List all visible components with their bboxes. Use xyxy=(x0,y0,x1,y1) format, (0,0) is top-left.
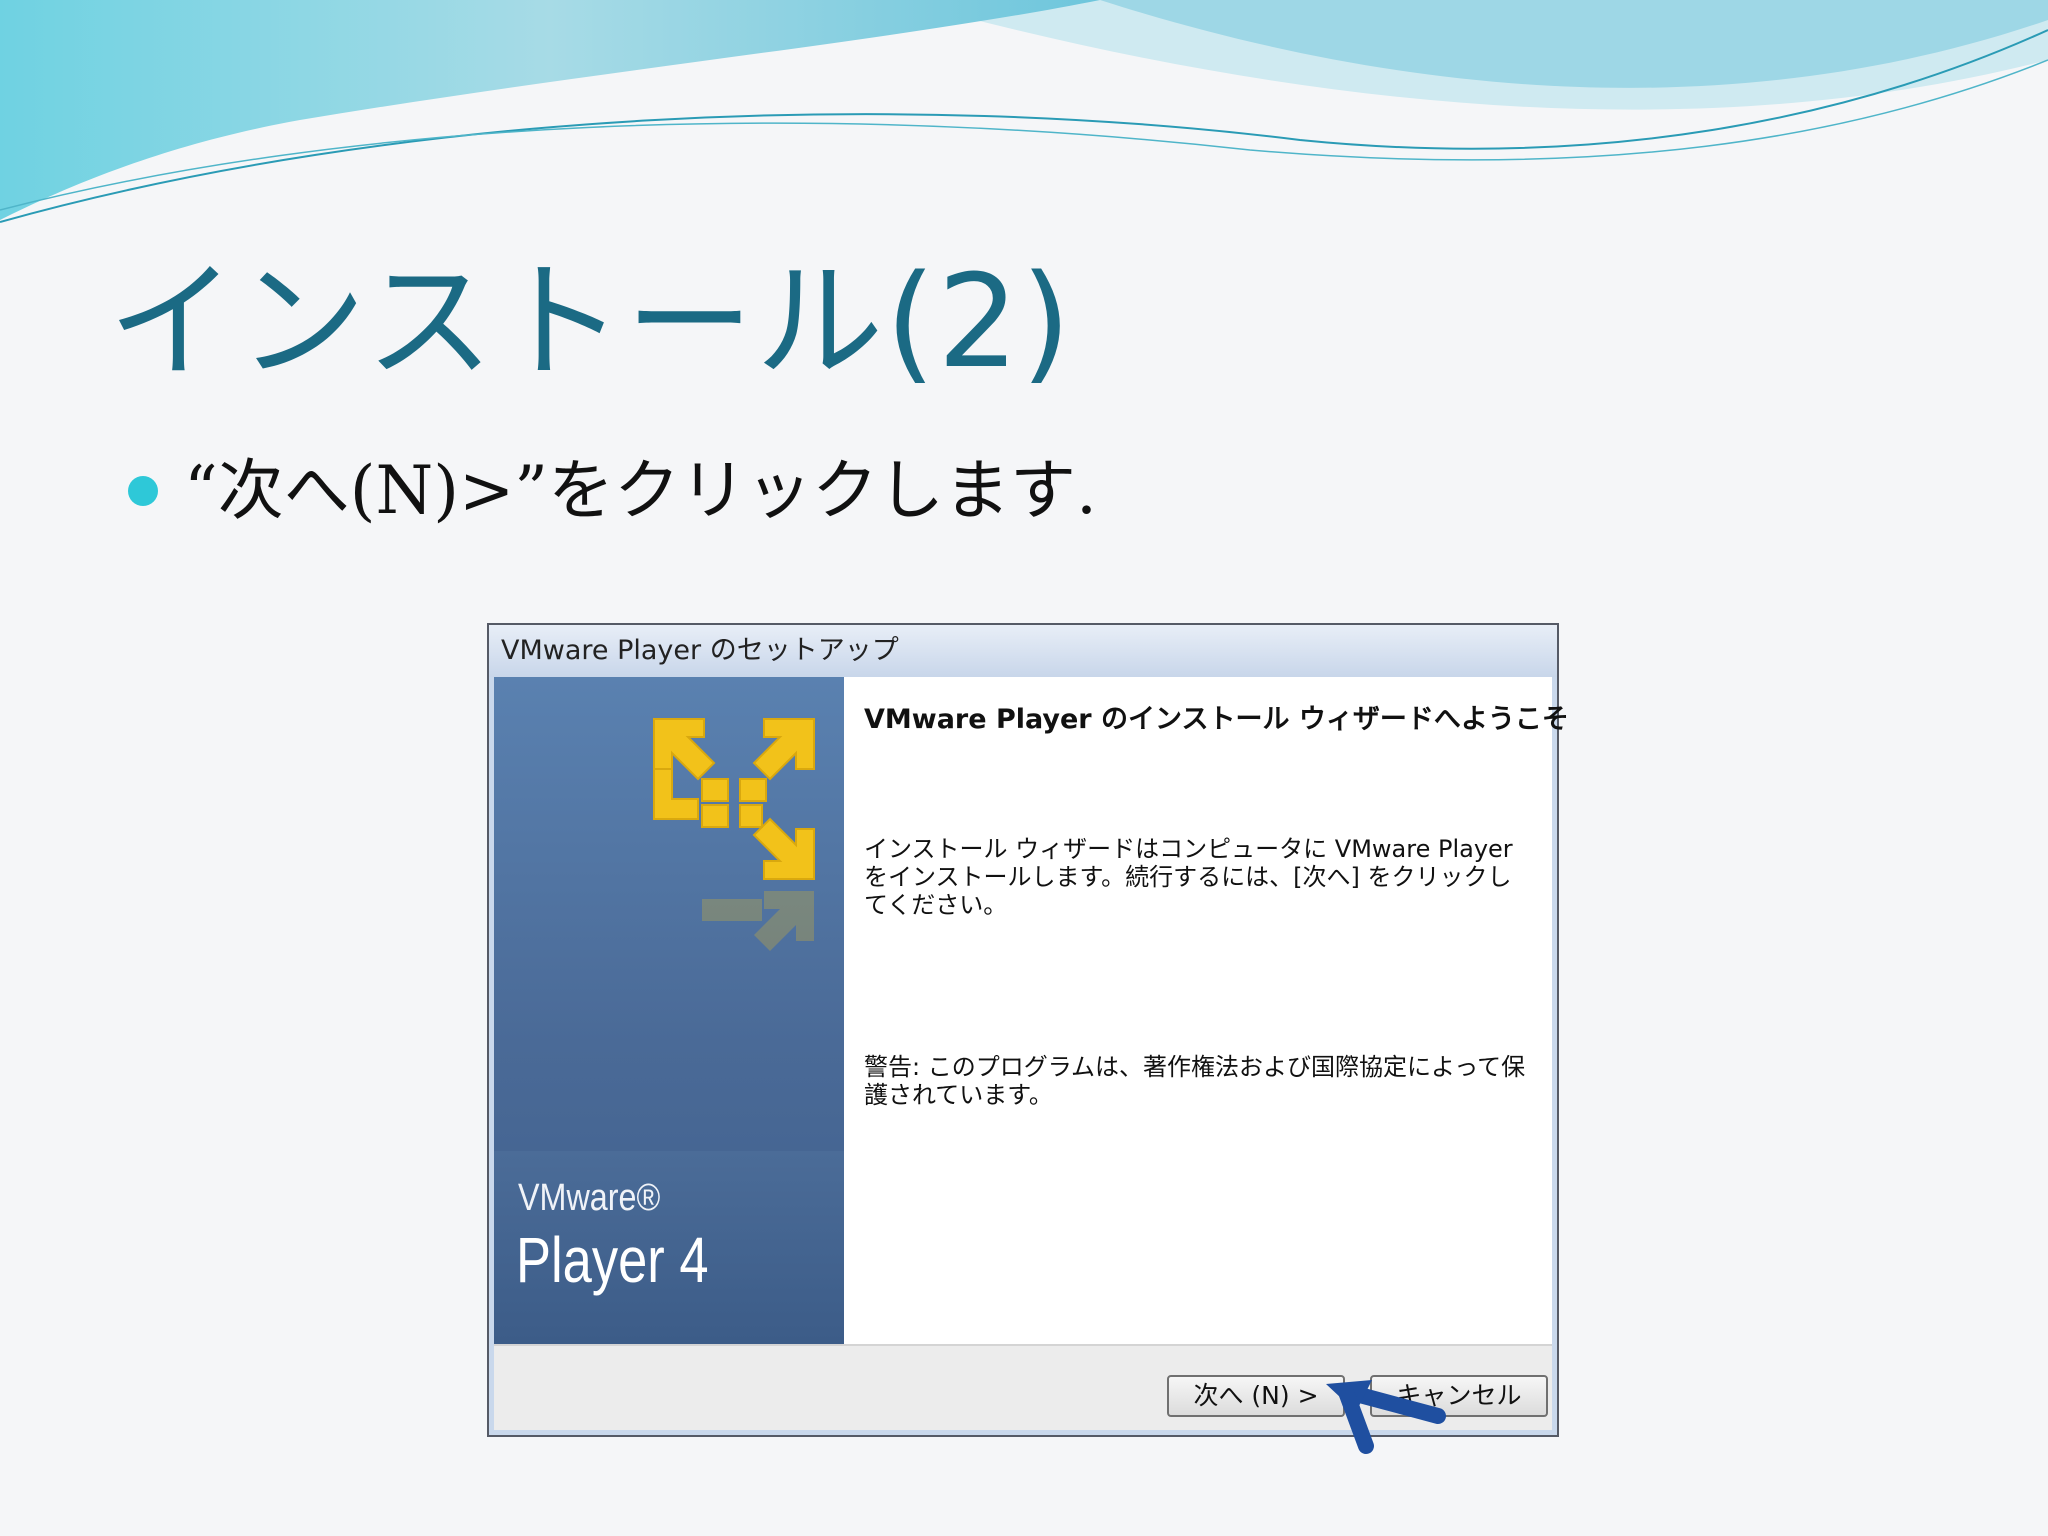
brand-large: Player 4 xyxy=(516,1224,709,1296)
slide-title: インストール(2) xyxy=(108,248,1073,397)
wizard-heading: VMware Player のインストール ウィザードへようこそ xyxy=(864,704,1569,735)
dialog-client: VMware® Player 4 VMware Player のインストール ウ… xyxy=(494,677,1569,1430)
dialog-titlebar[interactable]: VMware Player のセットアップ xyxy=(489,625,1557,677)
dialog-title: VMware Player のセットアップ xyxy=(501,635,899,666)
pointer-arrow-icon xyxy=(1326,1380,1446,1454)
vmware-logo-icon xyxy=(653,718,815,951)
wizard-description: インストール ウィザードはコンピュータに VMware Player をインスト… xyxy=(864,835,1513,919)
bullet-text: “次へ(N)>”をクリックします. xyxy=(184,452,1098,529)
setup-dialog: VMware Player のセットアップ VMware® Player 4 V… xyxy=(487,623,1569,1437)
footer-divider xyxy=(494,1344,1552,1346)
brand-small: VMware® xyxy=(518,1177,661,1219)
wizard-content: VMware Player のインストール ウィザードへようこそ インストール … xyxy=(844,677,1569,1344)
bullet-dot-icon xyxy=(128,476,158,506)
header-wave xyxy=(0,0,2048,223)
copyright-warning: 警告: このプログラムは、著作権法および国際協定によって保護されています。 xyxy=(864,1053,1526,1109)
wizard-banner: VMware® Player 4 xyxy=(494,677,844,1344)
